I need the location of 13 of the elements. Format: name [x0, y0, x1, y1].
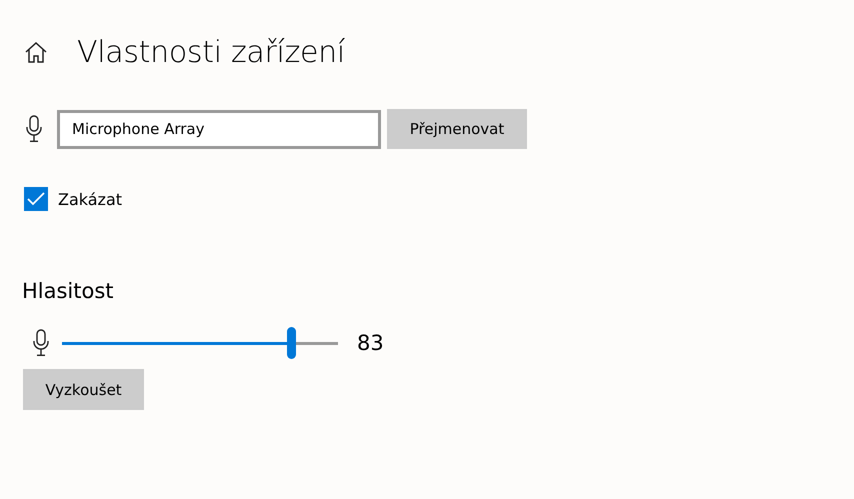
microphone-icon: [25, 115, 43, 143]
page-title: Vlastnosti zařízení: [77, 34, 345, 70]
checkbox-label: Zakázat: [58, 190, 122, 208]
home-icon[interactable]: [24, 41, 48, 63]
device-name-field[interactable]: Microphone Array: [57, 110, 381, 148]
disable-checkbox[interactable]: [24, 187, 48, 211]
volume-slider[interactable]: [62, 327, 338, 359]
test-button[interactable]: Vyzkoušet: [23, 369, 144, 410]
microphone-icon: [32, 329, 50, 357]
section-heading: Hlasitost: [22, 279, 115, 303]
rename-button[interactable]: Přejmenovat: [387, 109, 527, 149]
slider-thumb[interactable]: [287, 327, 296, 359]
volume-value: 83: [357, 331, 384, 355]
